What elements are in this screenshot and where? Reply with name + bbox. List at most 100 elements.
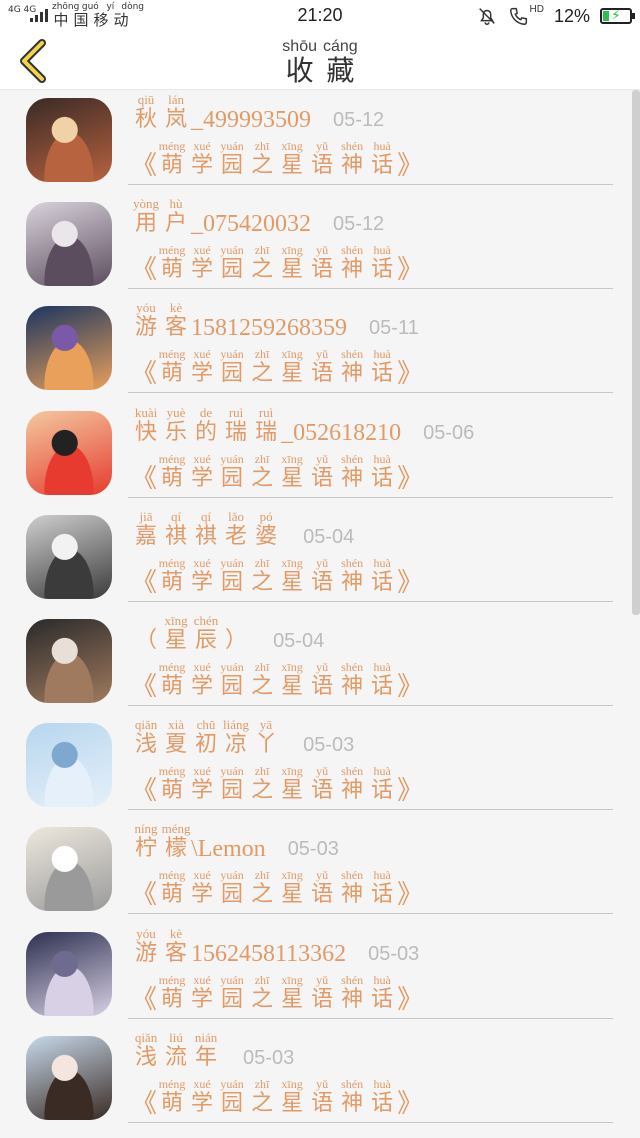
avatar[interactable] xyxy=(26,723,112,808)
username-char: qí 祺 xyxy=(191,509,221,550)
username: yóu 游 kè 客 1562458113362 05-03 xyxy=(131,925,419,967)
list-item[interactable]: yòng 用 hù 户 _075420032 05-12 《 méng 萌 xué 学 yuán 园 zh… xyxy=(0,194,630,298)
pinyin: yuán xyxy=(220,555,244,570)
story-title-char: yǔ 语 xyxy=(307,244,337,283)
pinyin: méng xyxy=(158,555,186,570)
avatar[interactable] xyxy=(26,618,112,703)
pinyin: níng xyxy=(134,821,158,837)
story-title-char: zhī 之 xyxy=(247,660,277,700)
story-title-char: yǔ 语 xyxy=(307,660,337,700)
hanzi: 语 xyxy=(311,569,334,595)
pinyin: yuán xyxy=(220,347,244,362)
story-title-char: huà 话 xyxy=(367,1077,397,1117)
avatar[interactable] xyxy=(26,306,112,391)
list-item[interactable]: yóu 游 kè 客 1562458113362 05-03 《 méng 萌 xué 学 yuán 园… xyxy=(0,924,630,1028)
close-bracket: 》 xyxy=(397,359,424,390)
story-title-char: zhī 之 xyxy=(247,556,277,596)
avatar[interactable] xyxy=(26,931,112,1016)
story-title-char: yuán 园 xyxy=(217,973,247,1013)
divider xyxy=(128,496,613,498)
hanzi: 学 xyxy=(191,673,214,699)
avatar[interactable] xyxy=(26,410,112,495)
title-char: shōu 收 xyxy=(282,38,317,86)
username-char: kuài 快 xyxy=(131,405,161,446)
hanzi: 学 xyxy=(191,882,214,908)
pinyin: xué xyxy=(193,764,211,779)
close-bracket: 》 xyxy=(397,567,424,598)
hanzi: 园 xyxy=(221,569,244,595)
story-title-char: huà 话 xyxy=(367,869,397,908)
hanzi: 神 xyxy=(341,882,364,908)
username: kuài 快 yuè 乐 de 的 ruì 瑞 ruì 瑞 _052618210 05-06 xyxy=(131,405,474,446)
open-bracket: 《 xyxy=(131,1088,158,1119)
list-item[interactable]: qiǎn 浅 xià 夏 chū 初 liáng 凉 yā 丫 05-03 《 méng 萌 xué 学 yuá… xyxy=(0,715,630,819)
hanzi: 乐 xyxy=(165,419,188,445)
username-suffix: _052618210 xyxy=(281,419,402,446)
pinyin: shén xyxy=(341,764,364,779)
pinyin: huà xyxy=(373,972,391,987)
story-title-char: xué 学 xyxy=(187,452,217,492)
story-title-char: yuán 园 xyxy=(217,452,247,492)
list-item[interactable]: níng 柠 méng 檬 \Lemon 05-03 《 méng 萌 xué 学 yuán 园 zhī 之… xyxy=(0,819,630,923)
list-item[interactable]: qiū 秋 lán 岚 _499993509 05-12 《 méng 萌 xué 学 yuán 园 zh… xyxy=(0,90,630,194)
phone-icon xyxy=(509,7,527,25)
hanzi: 园 xyxy=(221,986,244,1012)
story-title-char: xīng 星 xyxy=(277,973,307,1013)
hanzi: 藏 xyxy=(326,54,355,87)
list-item[interactable]: jiā 嘉 qí 祺 qí 祺 lǎo 老 pó 婆 05-04 《 méng 萌 xué 学 yuán 园 zhī… xyxy=(0,507,630,611)
hanzi: 园 xyxy=(221,673,244,699)
pinyin: xīng xyxy=(281,1076,303,1091)
hanzi: 话 xyxy=(371,1090,394,1116)
pinyin: kè xyxy=(169,925,183,941)
username-char: kè 客 xyxy=(161,925,191,967)
username-char: méng 檬 xyxy=(161,822,191,862)
story-title-char: shén 神 xyxy=(337,556,367,596)
battery-icon: ⚡ xyxy=(600,8,635,24)
story-title-char: yǔ 语 xyxy=(307,452,337,492)
hanzi: 祺 xyxy=(165,523,188,549)
hanzi: 之 xyxy=(251,778,274,804)
close-bracket: 》 xyxy=(397,776,424,807)
story-title-char: huà 话 xyxy=(367,452,397,492)
hanzi: 丫 xyxy=(255,732,278,758)
hanzi: 星 xyxy=(281,361,304,387)
username-char: lǎo 老 xyxy=(221,508,251,550)
username-suffix: 1581259268359 xyxy=(191,315,348,342)
open-bracket: 《 xyxy=(131,984,158,1015)
story-title-char: méng 萌 xyxy=(157,140,187,179)
story-title: 《 méng 萌 xué 学 yuán 园 zhī 之 xīng 星 yǔ 语 shén 神 huà 话》 xyxy=(131,451,423,492)
hanzi: 客 xyxy=(165,940,188,966)
hanzi: 学 xyxy=(191,986,214,1012)
pinyin: huà xyxy=(373,139,391,153)
hanzi: （ xyxy=(135,627,158,653)
scrollbar[interactable] xyxy=(632,90,640,615)
pinyin: xué xyxy=(193,972,211,987)
avatar[interactable] xyxy=(26,98,112,182)
list-item[interactable]: （xīng 星 chén 辰） 05-04 《 méng 萌 xué 学 yuán 园 zhī 之 xīng… xyxy=(0,611,630,715)
username-suffix: 1562458113362 xyxy=(191,940,347,967)
list-item[interactable]: kuài 快 yuè 乐 de 的 ruì 瑞 ruì 瑞 _052618210 05-06 《 méng… xyxy=(0,403,630,507)
story-title-char: zhī 之 xyxy=(247,244,277,283)
hanzi: 神 xyxy=(341,153,364,178)
pinyin: méng xyxy=(158,451,186,466)
hanzi: 之 xyxy=(251,361,274,387)
open-bracket: 《 xyxy=(131,880,158,911)
list-item[interactable]: qiǎn 浅 liú 流 nián 年 05-03 《 méng 萌 xué 学 yuán 园 zhī 之 xī… xyxy=(0,1028,630,1132)
story-title-char: zhī 之 xyxy=(247,1077,277,1117)
avatar[interactable] xyxy=(26,1035,112,1120)
hanzi: 萌 xyxy=(161,257,184,283)
hanzi: 萌 xyxy=(161,153,184,178)
open-bracket: 《 xyxy=(131,151,158,181)
story-title-char: yuán 园 xyxy=(217,140,247,179)
title-char: cáng 藏 xyxy=(323,38,358,86)
story-title-char: xué 学 xyxy=(187,348,217,387)
avatar[interactable] xyxy=(26,827,112,912)
close-bracket: 》 xyxy=(397,671,424,702)
hanzi: 神 xyxy=(341,1090,364,1116)
avatar[interactable] xyxy=(26,202,112,287)
avatar[interactable] xyxy=(26,514,112,599)
list-item[interactable]: yóu 游 kè 客 1581259268359 05-11 《 méng 萌 xué 学 yuán 园… xyxy=(0,298,630,402)
story-title-char: yuán 园 xyxy=(217,348,247,387)
pinyin: lǎo xyxy=(228,508,244,524)
pinyin: xué xyxy=(193,555,211,570)
